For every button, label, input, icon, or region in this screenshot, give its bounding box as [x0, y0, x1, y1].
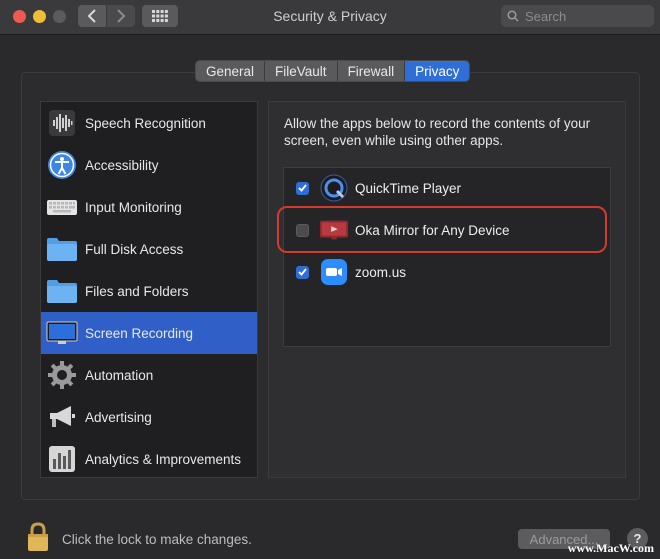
- list-item-quicktime: QuickTime Player: [284, 167, 610, 209]
- megaphone-icon: [46, 401, 78, 433]
- search-input[interactable]: [523, 7, 647, 25]
- folder-icon: [46, 275, 78, 307]
- lock-message: Click the lock to make changes.: [62, 532, 252, 547]
- sidebar-item-screen-recording[interactable]: Screen Recording: [41, 312, 257, 354]
- app-label: zoom.us: [355, 264, 407, 280]
- folder-icon: [46, 233, 78, 265]
- lock-button[interactable]: [26, 522, 50, 557]
- sidebar-item-analytics[interactable]: Analytics & Improvements: [41, 438, 257, 480]
- search-icon: [507, 10, 519, 22]
- speech-recognition-icon: [46, 107, 78, 139]
- sidebar-item-input-monitoring[interactable]: Input Monitoring: [41, 186, 257, 228]
- privacy-sidebar: Speech Recognition Accessibility Input M…: [40, 101, 258, 478]
- sidebar-item-accessibility[interactable]: Accessibility: [41, 144, 257, 186]
- tab-firewall[interactable]: Firewall: [338, 61, 406, 81]
- sidebar-item-speech-recognition[interactable]: Speech Recognition: [41, 102, 257, 144]
- screen-recording-description: Allow the apps below to record the conte…: [284, 116, 591, 148]
- search-field[interactable]: [501, 5, 654, 27]
- sidebar-item-label: Full Disk Access: [85, 241, 184, 257]
- zoom-checkbox[interactable]: [296, 265, 309, 279]
- sidebar-item-automation[interactable]: Automation: [41, 354, 257, 396]
- display-icon: [46, 317, 78, 349]
- title-bar: Security & Privacy: [0, 0, 660, 35]
- quicktime-icon: [319, 173, 349, 203]
- keyboard-icon: [46, 191, 78, 223]
- tab-bar: General FileVault Firewall Privacy: [196, 61, 470, 81]
- annotation-highlight: [277, 206, 607, 253]
- app-label: QuickTime Player: [355, 180, 462, 196]
- sidebar-item-advertising[interactable]: Advertising: [41, 396, 257, 438]
- zoom-icon: [319, 257, 349, 287]
- list-item-zoom: zoom.us: [284, 251, 610, 293]
- sidebar-item-label: Accessibility: [85, 157, 159, 173]
- sidebar-item-label: Screen Recording: [85, 325, 194, 341]
- analytics-icon: [46, 443, 78, 475]
- sidebar-item-label: Automation: [85, 367, 154, 383]
- tab-filevault[interactable]: FileVault: [265, 61, 338, 81]
- tab-privacy[interactable]: Privacy: [405, 61, 470, 81]
- sidebar-item-label: Files and Folders: [85, 283, 189, 299]
- checkmark-icon: [298, 184, 307, 192]
- gear-icon: [46, 359, 78, 391]
- sidebar-item-label: Advertising: [85, 409, 152, 425]
- quicktime-checkbox[interactable]: [296, 181, 309, 195]
- sidebar-item-full-disk-access[interactable]: Full Disk Access: [41, 228, 257, 270]
- sidebar-item-label: Input Monitoring: [85, 199, 182, 215]
- accessibility-icon: [46, 149, 78, 181]
- checkmark-icon: [298, 268, 307, 276]
- tab-general[interactable]: General: [196, 61, 266, 81]
- lock-icon: [28, 522, 48, 551]
- watermark: www.MacW.com: [567, 541, 654, 555]
- sidebar-item-label: Speech Recognition: [85, 115, 206, 131]
- sidebar-item-files-and-folders[interactable]: Files and Folders: [41, 270, 257, 312]
- sidebar-item-label: Analytics & Improvements: [85, 451, 242, 467]
